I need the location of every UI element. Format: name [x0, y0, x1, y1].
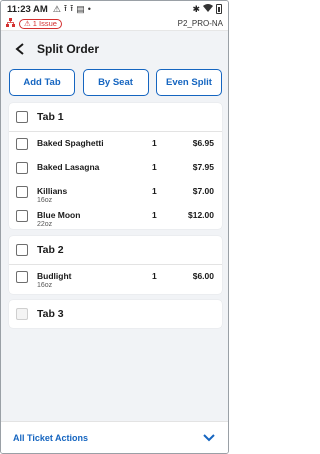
page-title: Split Order — [37, 42, 100, 56]
tab-title: Tab 2 — [37, 244, 64, 256]
item-qty: 1 — [152, 138, 157, 148]
item-checkbox[interactable] — [16, 271, 28, 283]
item-price: $12.00 — [188, 210, 214, 220]
add-tab-button[interactable]: Add Tab — [9, 69, 75, 96]
notification-icon: ▤ — [76, 3, 85, 14]
app-window: 11:23 AM ⚠ ⭱ ⭱ ▤ • ✱ ⚠ 1 Issue P2_PRO-NA… — [0, 0, 229, 454]
tab-1-checkbox[interactable] — [16, 111, 28, 123]
item-name: Baked Spaghetti — [37, 138, 104, 148]
list-item: Baked Spaghetti 1 $6.95 — [9, 132, 222, 156]
all-ticket-actions-label: All Ticket Actions — [13, 432, 89, 443]
status-bar: 11:23 AM ⚠ ⭱ ⭱ ▤ • ✱ — [1, 1, 228, 17]
battery-icon — [216, 4, 222, 14]
tab-card-1: Tab 1 Baked Spaghetti 1 $6.95 Baked Lasa… — [9, 103, 222, 229]
item-qty: 1 — [152, 162, 157, 172]
upload-icon: ⭱ — [70, 3, 74, 13]
item-checkbox[interactable] — [16, 138, 28, 150]
warning-icon: ⚠ — [24, 19, 31, 28]
tab-title: Tab 3 — [37, 308, 64, 320]
network-icon — [6, 18, 15, 29]
all-ticket-actions-bar[interactable]: All Ticket Actions — [1, 421, 228, 453]
list-item: Blue Moon 22oz 1 $12.00 — [9, 204, 222, 228]
list-item: Killians 16oz 1 $7.00 — [9, 180, 222, 204]
even-split-button[interactable]: Even Split — [156, 69, 222, 96]
item-checkbox[interactable] — [16, 186, 28, 198]
tab-card-2: Tab 2 Budlight 16oz 1 $6.00 — [9, 236, 222, 294]
item-price: $6.00 — [192, 271, 214, 281]
chevron-down-icon[interactable] — [202, 431, 216, 445]
issue-badge[interactable]: ⚠ 1 Issue — [19, 18, 62, 29]
device-name: P2_PRO-NA — [177, 19, 223, 28]
upload-icon: ⭱ — [63, 3, 68, 13]
item-qty: 1 — [152, 210, 157, 220]
issue-label: 1 Issue — [32, 19, 57, 28]
item-size: 22oz — [37, 221, 53, 228]
item-price: $7.95 — [192, 162, 214, 172]
item-name: Killians — [37, 186, 68, 196]
tab-2-checkbox[interactable] — [16, 244, 28, 256]
list-item: Baked Lasagna 1 $7.95 — [9, 156, 222, 180]
page-header: Split Order — [1, 31, 228, 67]
item-name: Budlight — [37, 271, 72, 281]
item-size: 16oz — [37, 282, 53, 289]
item-price: $6.95 — [192, 138, 214, 148]
tab-title: Tab 1 — [37, 111, 64, 123]
dot-icon: • — [87, 4, 91, 14]
bluetooth-icon: ✱ — [192, 3, 200, 14]
warning-icon: ⚠ — [52, 3, 61, 14]
item-qty: 1 — [152, 271, 157, 281]
item-qty: 1 — [152, 186, 157, 196]
item-checkbox[interactable] — [16, 210, 28, 222]
status-time: 11:23 AM — [7, 3, 48, 15]
tab-card-3: Tab 3 — [9, 300, 222, 328]
item-price: $7.00 — [192, 186, 214, 196]
tab-3-checkbox[interactable] — [16, 308, 28, 320]
item-name: Baked Lasagna — [37, 162, 100, 172]
info-bar: ⚠ 1 Issue P2_PRO-NA — [1, 17, 228, 31]
item-name: Blue Moon — [37, 210, 81, 220]
split-actions: Add Tab By Seat Even Split — [9, 69, 222, 96]
item-checkbox[interactable] — [16, 162, 28, 174]
by-seat-button[interactable]: By Seat — [82, 69, 149, 96]
chevron-left-icon[interactable] — [11, 40, 29, 58]
wifi-icon — [203, 4, 213, 14]
list-item: Budlight 16oz 1 $6.00 — [9, 265, 222, 289]
